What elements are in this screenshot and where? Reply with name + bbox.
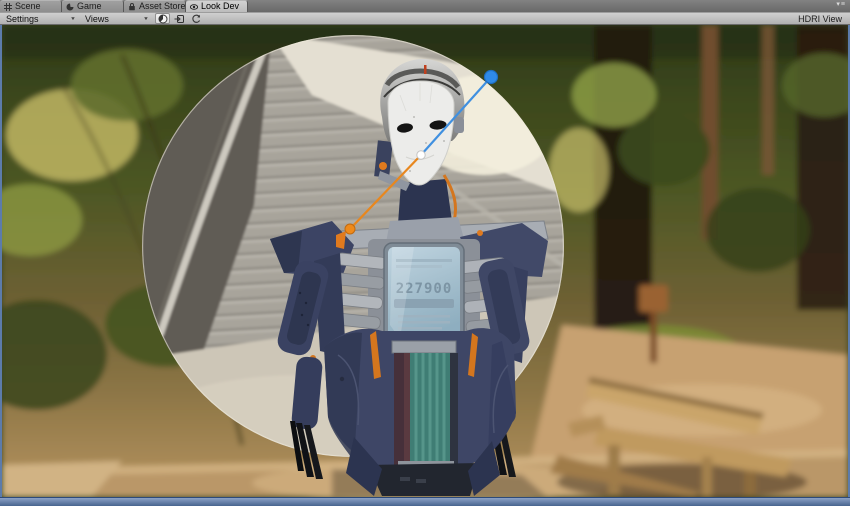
chevron-down-icon: ▼ — [70, 16, 76, 21]
window-bottom-border — [0, 497, 850, 506]
reset-view-icon — [191, 14, 202, 24]
tab-game[interactable]: Game — [62, 0, 124, 12]
eye-icon — [190, 3, 198, 11]
views-dropdown-label: Views — [85, 14, 109, 24]
hdri-view-label: HDRI View — [798, 14, 842, 24]
abdomen-panel — [392, 341, 458, 471]
tab-label: Scene — [15, 1, 41, 12]
settings-dropdown-label: Settings — [6, 14, 39, 24]
export-frame-button[interactable] — [172, 13, 187, 24]
shadow-handle[interactable] — [345, 224, 355, 234]
environment-sphere-icon — [158, 14, 168, 24]
tab-label: Game — [77, 1, 102, 12]
environment-sphere-button[interactable] — [155, 13, 170, 24]
lookdev-toolbar: Settings ▼ Views ▼ HDRI View — [0, 12, 850, 25]
tab-scene[interactable]: Scene — [0, 0, 62, 12]
tab-label: Asset Store — [139, 1, 186, 12]
lookdev-scene: 227900 — [2, 25, 848, 497]
grid-icon — [4, 3, 12, 11]
tab-label: Look Dev — [201, 1, 239, 12]
export-frame-icon — [174, 14, 185, 24]
tab-bar: Scene Game Asset Store Look Dev ▾≡ — [0, 0, 850, 12]
store-icon — [128, 3, 136, 11]
settings-dropdown[interactable]: Settings ▼ — [3, 13, 79, 24]
sun-handle[interactable] — [485, 71, 498, 84]
lookdev-window: Scene Game Asset Store Look Dev ▾≡ — [0, 0, 850, 506]
views-dropdown[interactable]: Views ▼ — [82, 13, 152, 24]
reset-view-button[interactable] — [189, 13, 204, 24]
tab-look-dev[interactable]: Look Dev — [186, 0, 248, 12]
window-menu-icon[interactable]: ▾≡ — [836, 1, 846, 9]
gamepad-icon — [66, 3, 74, 11]
chevron-down-icon: ▼ — [143, 16, 149, 21]
lookdev-viewport[interactable]: 227900 — [0, 25, 850, 497]
origin-handle[interactable] — [417, 151, 425, 159]
tab-asset-store[interactable]: Asset Store — [124, 0, 186, 12]
